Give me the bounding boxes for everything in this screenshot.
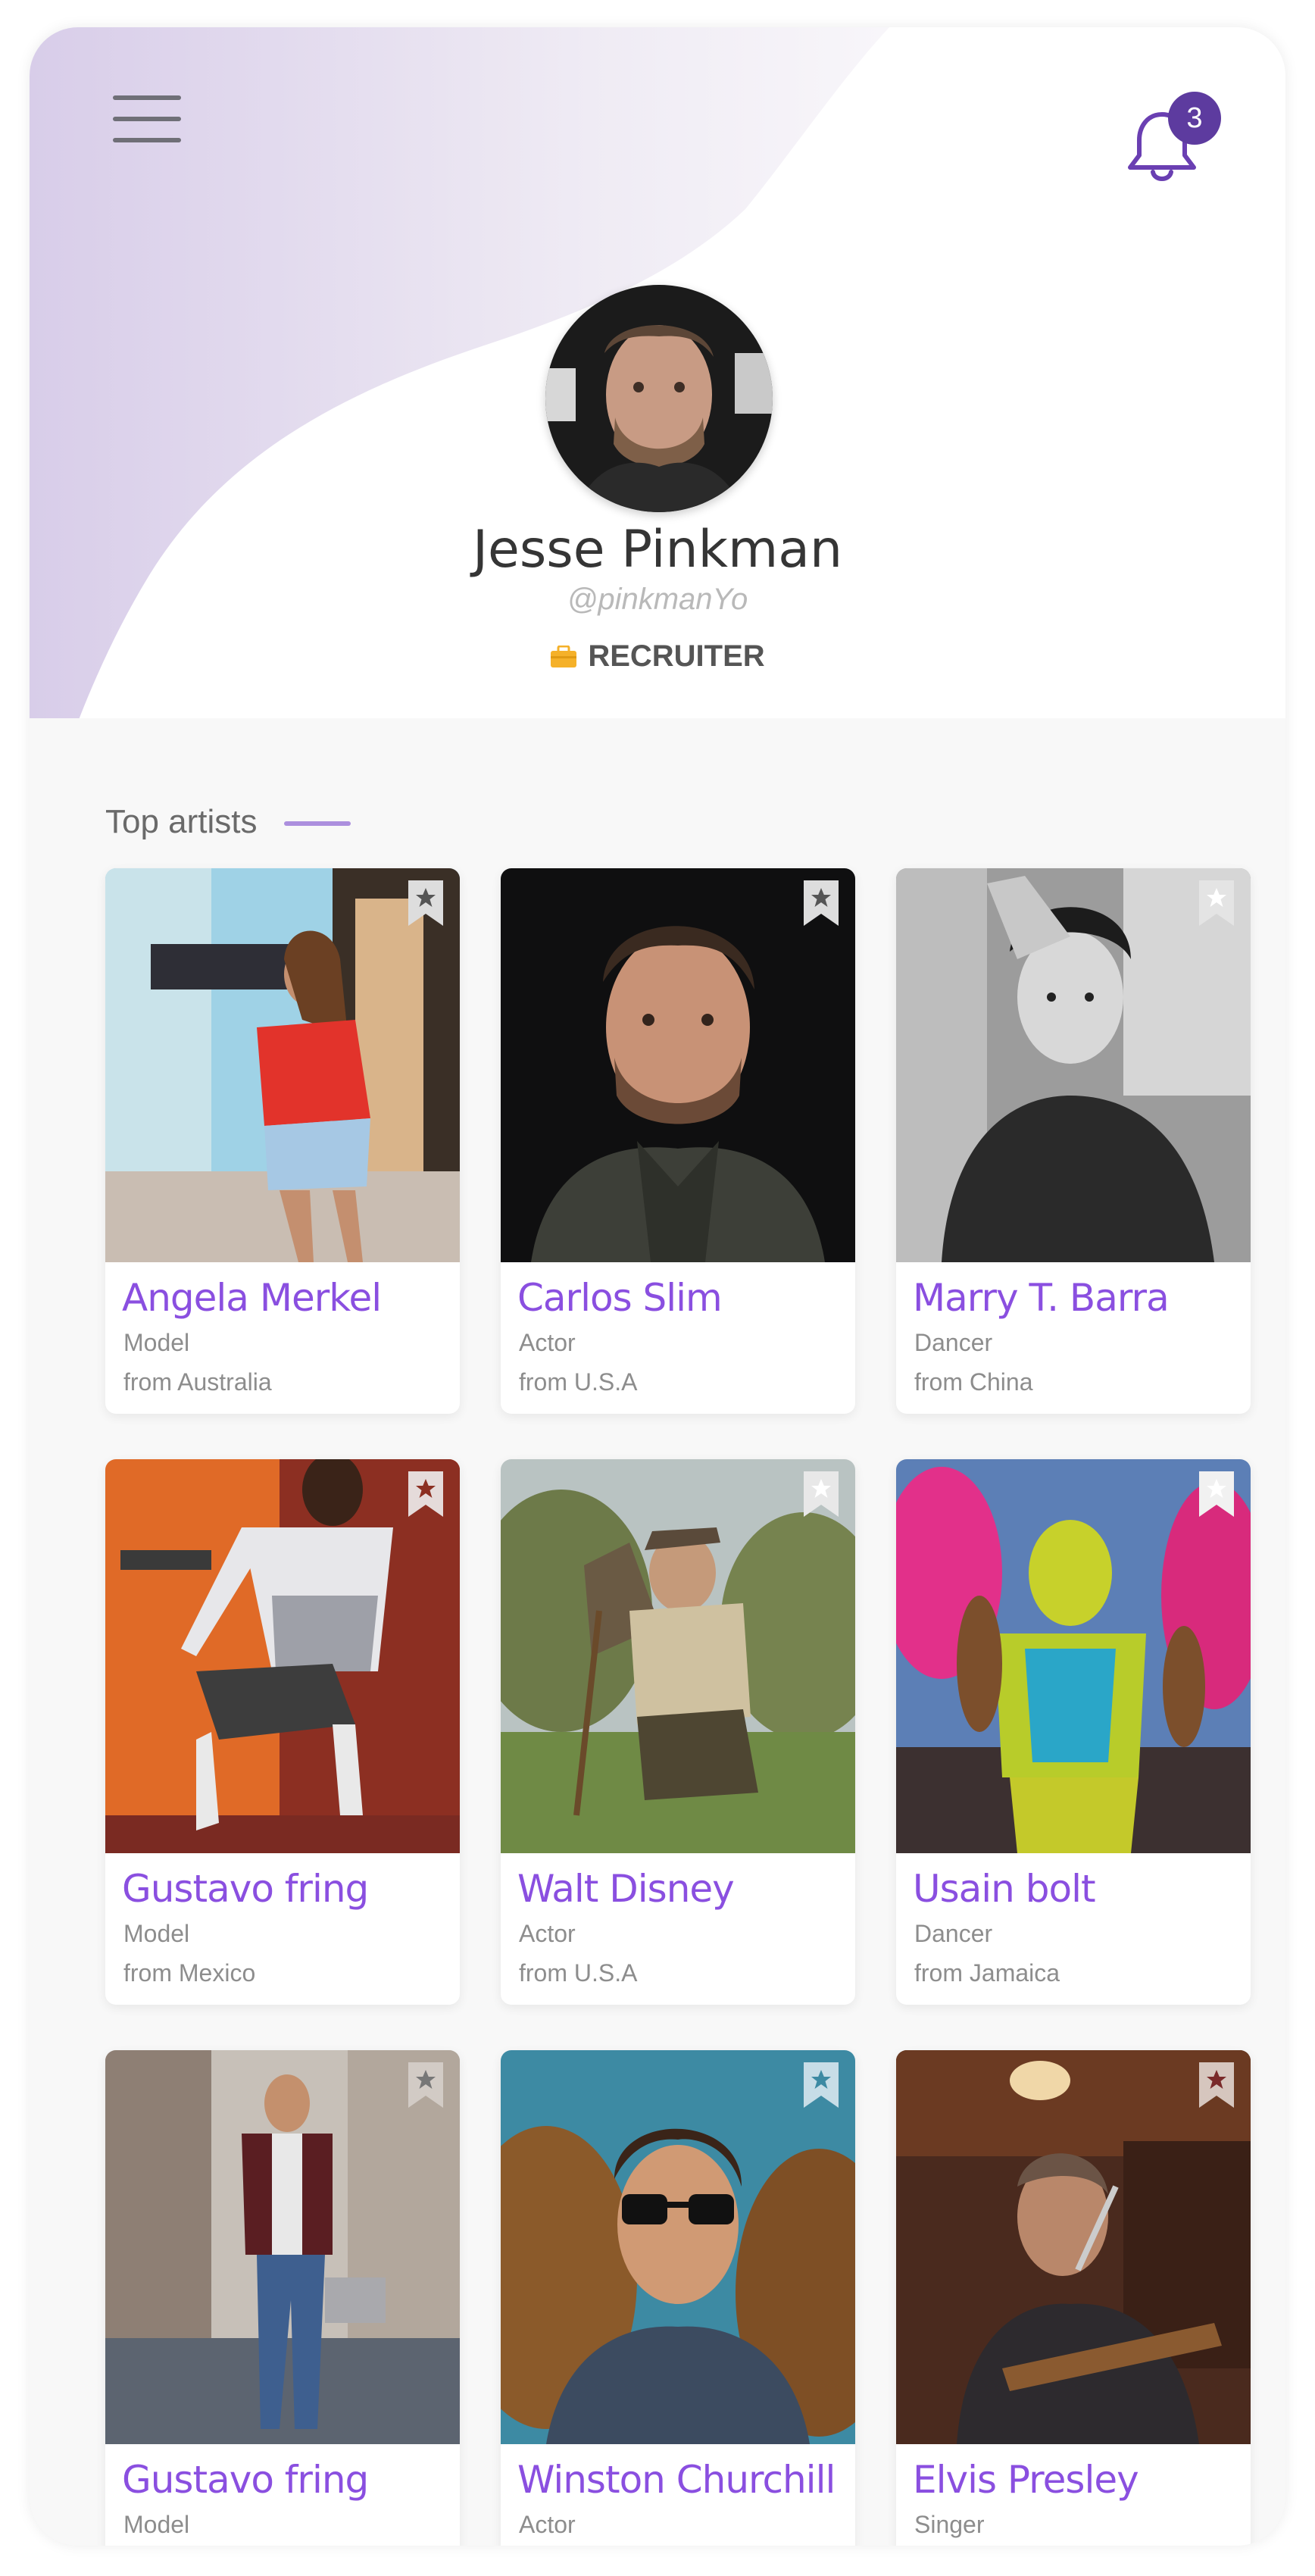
artist-name: Gustavo fring xyxy=(122,1867,369,1911)
artist-origin: from Australia xyxy=(123,1368,272,1396)
artist-role: Model xyxy=(123,1329,190,1356)
artist-card[interactable]: Usain bolt Dancer from Jamaica xyxy=(896,1459,1251,2005)
artist-origin: from U.S.A xyxy=(519,1368,638,1396)
menu-button[interactable] xyxy=(113,88,184,150)
artist-card[interactable]: Gustavo fring Model xyxy=(105,2050,460,2546)
app-screen: 3 Jesse Pinkman @pinkmanYo RECRUITER Top… xyxy=(30,27,1285,2546)
artist-name: Walt Disney xyxy=(517,1867,735,1911)
artist-role: Actor xyxy=(519,2511,576,2538)
bookmark-star-icon[interactable] xyxy=(408,2062,443,2108)
artist-photo xyxy=(501,1459,855,1853)
artist-card[interactable]: Walt Disney Actor from U.S.A xyxy=(501,1459,855,2005)
bookmark-star-icon[interactable] xyxy=(804,1471,839,1517)
profile-handle: @pinkmanYo xyxy=(567,583,748,616)
artist-photo xyxy=(105,868,460,1262)
artist-name: Gustavo fring xyxy=(122,2458,369,2502)
artist-name: Carlos Slim xyxy=(517,1276,723,1320)
bookmark-star-icon[interactable] xyxy=(1199,880,1234,926)
artist-card[interactable]: Angela Merkel Model from Australia xyxy=(105,868,460,1414)
artist-name: Marry T. Barra xyxy=(913,1276,1170,1320)
artist-role: Singer xyxy=(914,2511,985,2538)
artist-photo xyxy=(105,2050,460,2444)
artist-role: Dancer xyxy=(914,1329,993,1356)
bookmark-star-icon[interactable] xyxy=(1199,1471,1234,1517)
bookmark-star-icon[interactable] xyxy=(408,1471,443,1517)
briefcase-icon xyxy=(551,646,577,667)
artist-role: Model xyxy=(123,2511,190,2538)
artist-photo xyxy=(896,2050,1251,2444)
artist-origin: from China xyxy=(914,1368,1033,1396)
artist-origin: from U.S.A xyxy=(519,1959,638,1987)
profile-header: 3 Jesse Pinkman @pinkmanYo RECRUITER xyxy=(30,27,1285,718)
artist-card[interactable]: Gustavo fring Model from Mexico xyxy=(105,1459,460,2005)
section-title: Top artists xyxy=(105,803,258,840)
hamburger-icon-line xyxy=(113,117,181,121)
artist-photo xyxy=(105,1459,460,1853)
hamburger-icon-line xyxy=(113,138,181,142)
artist-photo xyxy=(896,1459,1251,1853)
artist-origin: from Mexico xyxy=(123,1959,256,1987)
artist-card[interactable]: Elvis Presley Singer xyxy=(896,2050,1251,2546)
profile-role-label: RECRUITER xyxy=(588,639,765,673)
artist-photo xyxy=(501,868,855,1262)
bookmark-star-icon[interactable] xyxy=(408,880,443,926)
notification-count-badge: 3 xyxy=(1168,92,1221,145)
artist-card[interactable]: Marry T. Barra Dancer from China xyxy=(896,868,1251,1414)
artist-role: Actor xyxy=(519,1329,576,1356)
artist-name: Winston Churchill xyxy=(517,2458,836,2502)
bookmark-star-icon[interactable] xyxy=(804,2062,839,2108)
artist-role: Actor xyxy=(519,1920,576,1947)
profile-avatar xyxy=(545,285,773,512)
artist-card[interactable]: Carlos Slim Actor from U.S.A xyxy=(501,868,855,1414)
artist-role: Model xyxy=(123,1920,190,1947)
profile-name: Jesse Pinkman xyxy=(472,520,843,580)
section-title-underline xyxy=(284,821,351,826)
hamburger-icon xyxy=(113,95,181,100)
artist-origin: from Jamaica xyxy=(914,1959,1060,1987)
notifications-button[interactable]: 3 xyxy=(1124,92,1221,189)
artist-photo xyxy=(501,2050,855,2444)
artist-name: Elvis Presley xyxy=(913,2458,1139,2502)
artist-photo xyxy=(896,868,1251,1262)
bookmark-star-icon[interactable] xyxy=(804,880,839,926)
profile-role-badge: RECRUITER xyxy=(30,639,1285,674)
artist-name: Usain bolt xyxy=(913,1867,1096,1911)
artist-name: Angela Merkel xyxy=(122,1276,382,1320)
bookmark-star-icon[interactable] xyxy=(1199,2062,1234,2108)
artist-card[interactable]: Winston Churchill Actor xyxy=(501,2050,855,2546)
artist-role: Dancer xyxy=(914,1920,993,1947)
